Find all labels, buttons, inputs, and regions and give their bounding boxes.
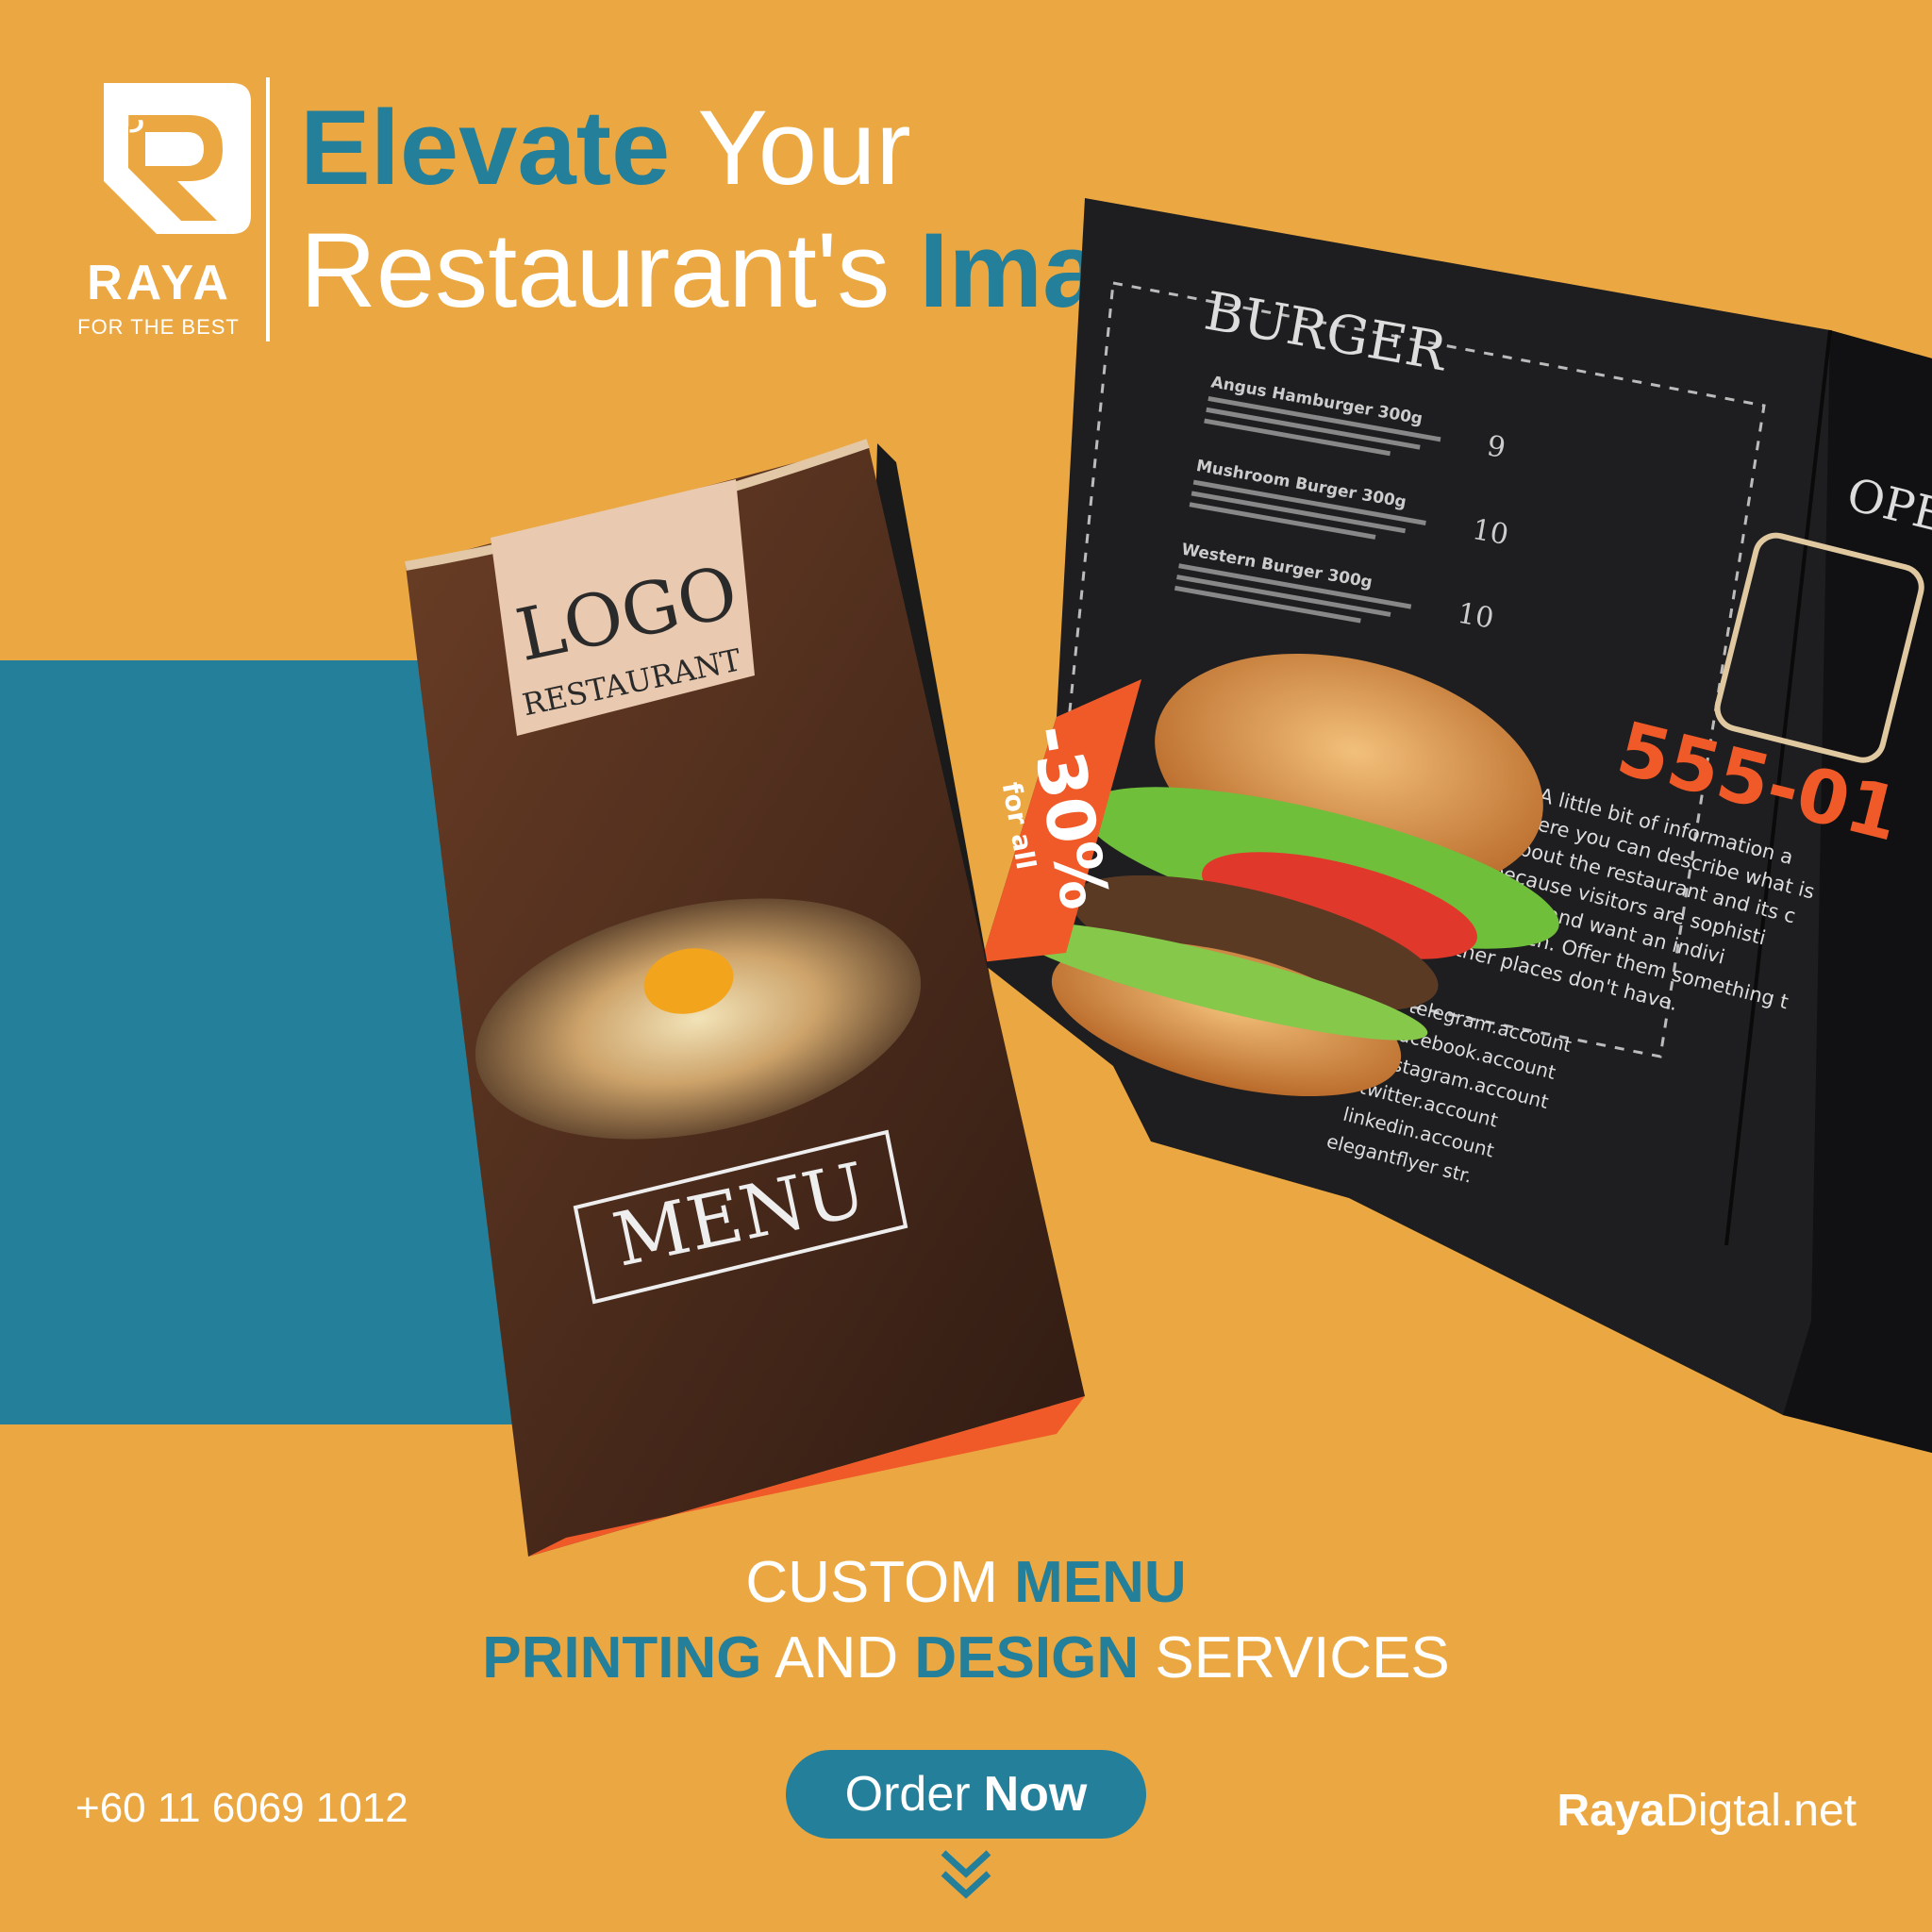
order-label: Order [844,1767,971,1822]
website-domain: Digtal.net [1665,1786,1857,1836]
order-now-button[interactable]: Order Now [786,1750,1146,1839]
services-word-menu: MENU [1014,1550,1187,1615]
open-trifold: BURGER Angus Hamburger 300g 9 Mushroom B… [981,198,1932,1453]
services-line-1: CUSTOM MENU [0,1549,1932,1616]
services-word-custom: CUSTOM [745,1550,998,1615]
order-label-strong: Now [983,1767,1088,1822]
services-line-2: PRINTING AND DESIGN SERVICES [0,1624,1932,1691]
services-word-printing: PRINTING [482,1625,762,1690]
closed-brochure: LOGO RESTAURANT MENU [405,439,1085,1557]
services-word-design: DESIGN [914,1625,1140,1690]
services-word-services: SERVICES [1155,1625,1450,1690]
services-word-and: AND [774,1625,899,1690]
poster: رايا RAYA FOR THE BEST Elevate Your Rest… [0,0,1932,1932]
chevron-down-icon [941,1850,991,1899]
menu-price-3: 10 [1455,597,1496,636]
menu-price-2: 10 [1470,513,1511,552]
website-brand: Raya [1557,1786,1666,1836]
website-link[interactable]: RayaDigtal.net [1557,1785,1857,1837]
contact-phone[interactable]: +60 11 6069 1012 [75,1785,408,1832]
